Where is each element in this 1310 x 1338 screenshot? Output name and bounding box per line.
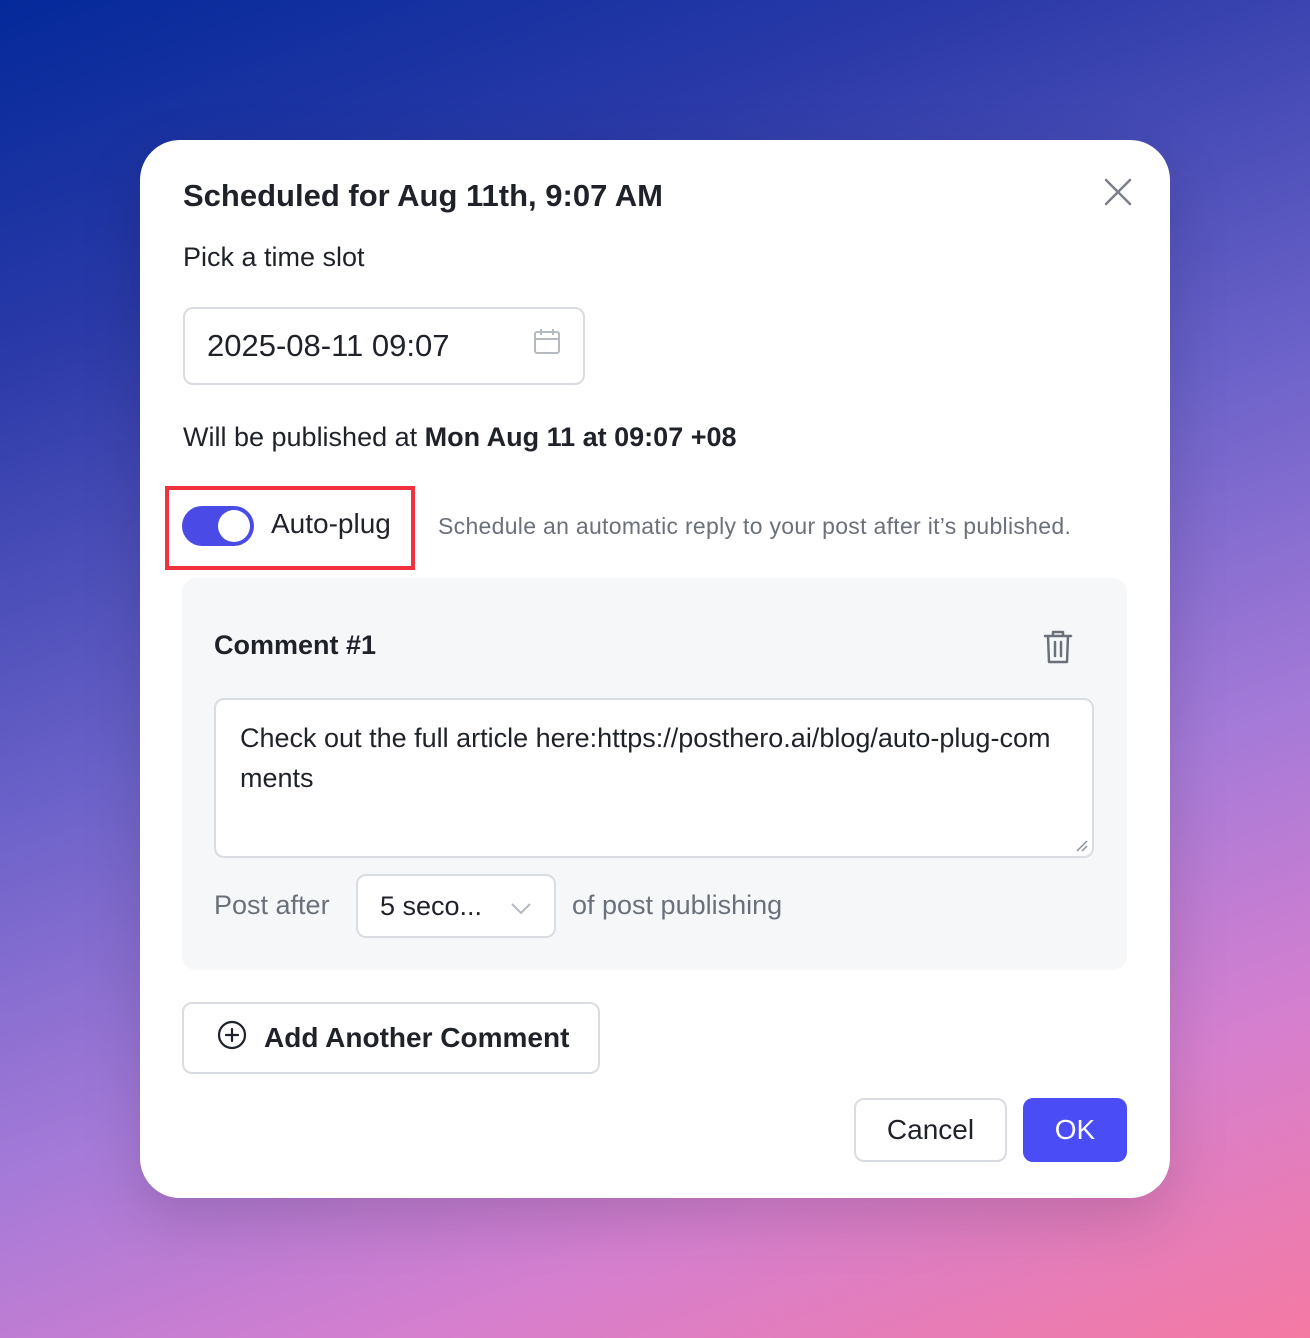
comment-textarea[interactable]: Check out the full article here:https://…: [214, 698, 1094, 858]
delay-value: 5 seco...: [380, 890, 483, 921]
chevron-down-icon: [510, 891, 532, 922]
resize-handle-icon[interactable]: [1074, 838, 1088, 852]
close-icon[interactable]: [1100, 174, 1136, 210]
delay-select[interactable]: 5 seco...: [356, 874, 556, 938]
comment-title: Comment #1: [214, 630, 377, 660]
schedule-modal: Scheduled for Aug 11th, 9:07 AM Pick a t…: [140, 140, 1170, 1198]
publish-time: Mon Aug 11 at 09:07 +08: [424, 422, 737, 452]
comment-card: Comment #1 Check out the full article he…: [182, 578, 1127, 970]
calendar-icon: [533, 328, 561, 364]
datetime-value: 2025-08-11 09:07: [207, 328, 450, 363]
autoplug-label: Auto-plug: [271, 508, 391, 539]
trash-icon[interactable]: [1040, 628, 1076, 666]
publish-info: Will be published at Mon Aug 11 at 09:07…: [183, 422, 737, 453]
comment-text: Check out the full article here:https://…: [240, 723, 1051, 793]
add-comment-button[interactable]: Add Another Comment: [182, 1002, 600, 1074]
autoplug-description: Schedule an automatic reply to your post…: [438, 513, 1072, 539]
ok-button[interactable]: OK: [1023, 1098, 1127, 1162]
datetime-picker[interactable]: 2025-08-11 09:07: [183, 307, 585, 385]
cancel-button[interactable]: Cancel: [854, 1098, 1007, 1162]
modal-title: Scheduled for Aug 11th, 9:07 AM: [183, 178, 664, 213]
plus-circle-icon: [216, 1019, 248, 1058]
time-slot-label: Pick a time slot: [183, 242, 365, 272]
toggle-knob: [218, 510, 250, 542]
autoplug-toggle[interactable]: [182, 506, 254, 546]
add-comment-label: Add Another Comment: [264, 1022, 570, 1053]
post-publishing-suffix: of post publishing: [572, 890, 783, 920]
post-after-label: Post after: [214, 890, 330, 920]
publish-prefix: Will be published at: [183, 422, 425, 452]
